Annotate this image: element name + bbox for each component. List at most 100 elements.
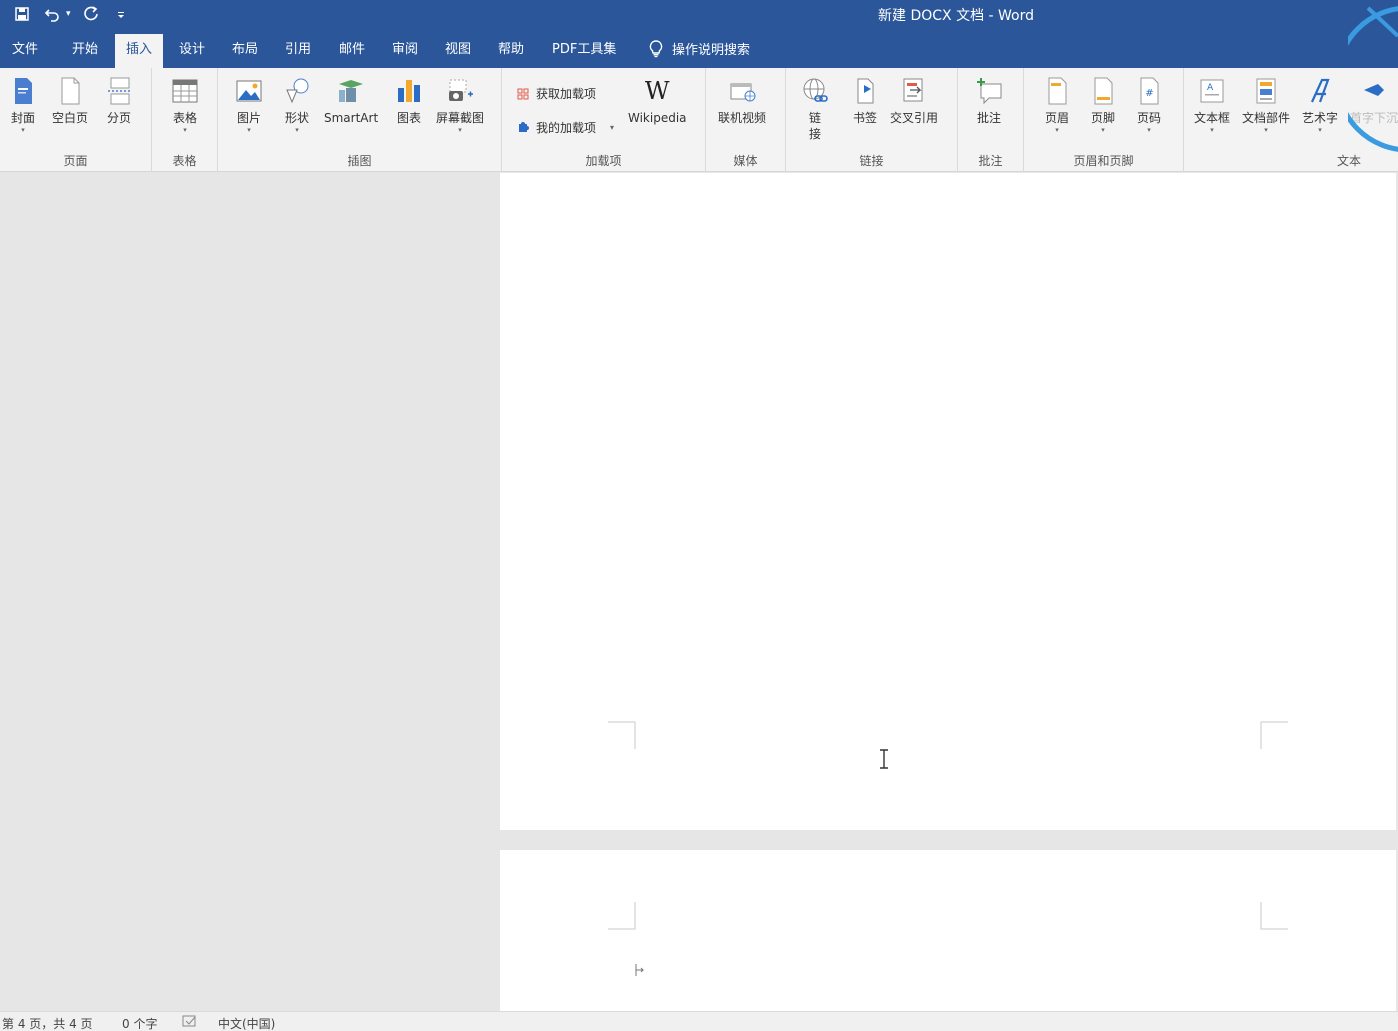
group-comments: 批注 批注 <box>958 68 1024 172</box>
quick-access-toolbar: ▾ <box>12 4 131 24</box>
drop-cap-icon <box>1359 74 1389 108</box>
page-break-button[interactable]: 分页 <box>104 74 134 126</box>
tell-me-label: 操作说明搜索 <box>672 43 751 58</box>
my-addins-button[interactable]: 我的加载项 ▾ <box>516 119 614 136</box>
tab-view[interactable]: 视图 <box>434 34 482 68</box>
chart-button[interactable]: 图表 <box>394 74 424 126</box>
tab-mailings[interactable]: 邮件 <box>328 34 376 68</box>
comment-icon <box>974 74 1004 108</box>
my-addins-dropdown-icon[interactable]: ▾ <box>610 123 614 132</box>
save-icon[interactable] <box>12 4 32 24</box>
page-break-icon <box>104 74 134 108</box>
dropdown-arrow-icon: ▾ <box>183 126 187 134</box>
bookmark-label: 书签 <box>852 111 877 125</box>
my-addins-label: 我的加载项 <box>536 121 597 135</box>
text-box-label: 文本框 <box>1194 111 1231 125</box>
cross-reference-label: 交叉引用 <box>890 111 939 125</box>
drop-cap-label: 首字下沉 <box>1350 111 1398 125</box>
crop-mark-icon <box>608 721 636 749</box>
document-page[interactable] <box>500 173 1396 830</box>
dropdown-arrow-icon: ▾ <box>247 126 251 134</box>
group-illustrations: 图片 ▾ 形状 ▾ SmartArt 图表 屏幕截图 ▾ 插图 <box>218 68 502 172</box>
tab-pdf-tools[interactable]: PDF工具集 <box>541 34 627 68</box>
tab-insert[interactable]: 插入 <box>115 34 164 68</box>
picture-button[interactable]: 图片 ▾ <box>234 74 264 134</box>
dropdown-arrow-icon: ▾ <box>458 126 462 134</box>
screenshot-label: 屏幕截图 <box>436 111 485 125</box>
tab-layout[interactable]: 布局 <box>221 34 269 68</box>
wordart-icon <box>1305 74 1335 108</box>
table-button[interactable]: 表格 ▾ <box>170 74 200 134</box>
page-number-icon: # <box>1134 74 1164 108</box>
footer-icon <box>1088 74 1118 108</box>
tab-file[interactable]: 文件 <box>1 34 49 68</box>
group-text: A 文本框 ▾ 文档部件 ▾ 艺术字 ▾ 首字下沉 文本 <box>1184 68 1398 172</box>
online-video-button[interactable]: 联机视频 <box>718 74 766 126</box>
screenshot-button[interactable]: 屏幕截图 ▾ <box>436 74 484 134</box>
header-button[interactable]: 页眉 ▾ <box>1042 74 1072 134</box>
cover-page-button[interactable]: 封面 ▾ <box>8 74 38 134</box>
undo-dropdown-icon[interactable]: ▾ <box>66 9 71 19</box>
undo-icon[interactable] <box>42 4 62 24</box>
redo-icon[interactable] <box>81 4 101 24</box>
drop-cap-button[interactable]: 首字下沉 <box>1350 74 1398 126</box>
page-number-button[interactable]: # 页码 ▾ <box>1134 74 1164 134</box>
tab-design[interactable]: 设计 <box>168 34 216 68</box>
wordart-button[interactable]: 艺术字 ▾ <box>1302 74 1338 134</box>
quick-parts-button[interactable]: 文档部件 ▾ <box>1242 74 1290 134</box>
navigation-pane-area <box>0 173 500 1011</box>
group-label-comments: 批注 <box>978 154 1003 168</box>
header-label: 页眉 <box>1044 111 1069 125</box>
smartart-label: SmartArt <box>324 111 379 125</box>
status-bar: 第 4 页，共 4 页 0 个字 中文(中国) <box>0 1011 1398 1031</box>
shapes-button[interactable]: 形状 ▾ <box>282 74 312 134</box>
group-label-text: 文本 <box>1336 154 1361 168</box>
page-break-label: 分页 <box>106 111 131 125</box>
dropdown-arrow-icon: ▾ <box>1055 126 1059 134</box>
text-box-button[interactable]: A 文本框 ▾ <box>1194 74 1230 134</box>
cover-page-label: 封面 <box>10 111 35 125</box>
blank-page-button[interactable]: 空白页 <box>52 74 88 126</box>
tab-references[interactable]: 引用 <box>274 34 322 68</box>
bookmark-button[interactable]: 书签 <box>850 74 880 126</box>
link-button[interactable]: 链 接 <box>800 74 830 142</box>
footer-button[interactable]: 页脚 ▾ <box>1088 74 1118 134</box>
crop-mark-icon <box>1260 902 1288 930</box>
word-count-status[interactable]: 0 个字 <box>122 1015 157 1031</box>
crop-mark-icon <box>1260 721 1288 749</box>
cross-reference-button[interactable]: 交叉引用 <box>890 74 938 126</box>
wikipedia-button[interactable]: W Wikipedia <box>628 74 687 126</box>
smartart-button[interactable]: SmartArt <box>324 74 378 126</box>
screenshot-icon <box>445 74 475 108</box>
chart-label: 图表 <box>396 111 421 125</box>
table-icon <box>170 74 200 108</box>
group-label-illustrations: 插图 <box>347 154 372 168</box>
online-video-label: 联机视频 <box>718 111 767 125</box>
dropdown-arrow-icon: ▾ <box>1264 126 1268 134</box>
blank-page-icon <box>55 74 85 108</box>
page-number-label: 页码 <box>1136 111 1161 125</box>
cross-reference-icon <box>899 74 929 108</box>
picture-icon <box>234 74 264 108</box>
new-comment-button[interactable]: 批注 <box>974 74 1004 126</box>
proofing-icon[interactable] <box>182 1015 198 1031</box>
tab-help[interactable]: 帮助 <box>487 34 535 68</box>
footer-label: 页脚 <box>1090 111 1115 125</box>
customize-qat-icon[interactable] <box>111 4 131 24</box>
window-title: 新建 DOCX 文档 - Word <box>878 8 1035 24</box>
document-area[interactable] <box>500 173 1398 1011</box>
group-tables: 表格 ▾ 表格 <box>152 68 218 172</box>
link-icon <box>800 74 830 108</box>
blank-page-label: 空白页 <box>52 111 89 125</box>
page-count-status[interactable]: 第 4 页，共 4 页 <box>2 1015 93 1031</box>
picture-label: 图片 <box>236 111 261 125</box>
language-status[interactable]: 中文(中国) <box>218 1015 275 1031</box>
tab-review[interactable]: 审阅 <box>381 34 429 68</box>
shapes-icon <box>282 74 312 108</box>
document-page[interactable] <box>500 850 1396 1011</box>
tab-home[interactable]: 开始 <box>61 34 109 68</box>
word-window: ▾ 新建 DOCX 文档 - Word 文件 开始 插入 设计 布局 引用 邮件… <box>0 0 1398 1031</box>
smartart-icon <box>336 74 366 108</box>
get-addins-button[interactable]: 获取加载项 <box>516 85 596 102</box>
tell-me-search[interactable]: 操作说明搜索 <box>648 39 750 58</box>
